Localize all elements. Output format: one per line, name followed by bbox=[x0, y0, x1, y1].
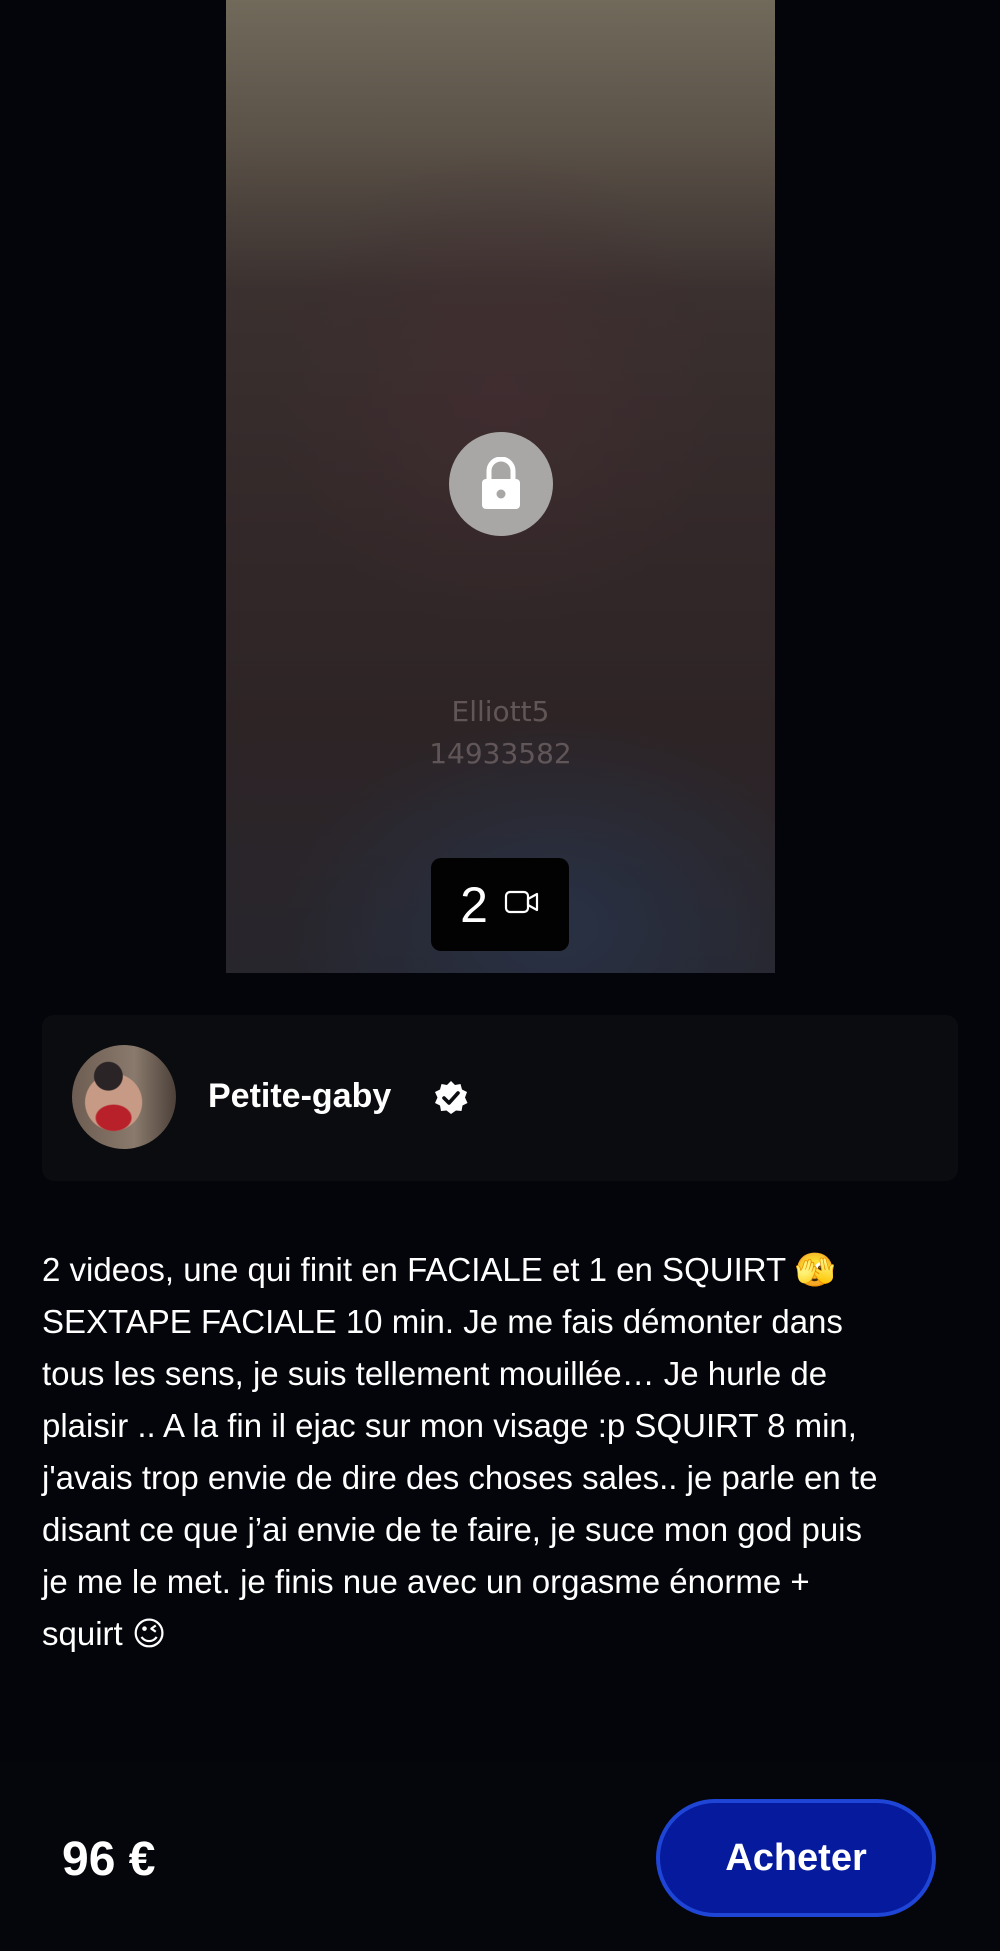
lock-icon bbox=[449, 432, 553, 536]
watermark-user-id: 14933582 bbox=[429, 737, 572, 770]
media-count-number: 2 bbox=[460, 876, 488, 933]
price-label: 96 € bbox=[62, 1833, 156, 1886]
watermark-username: Elliott5 bbox=[451, 695, 550, 728]
creator-card[interactable]: Petite-gaby bbox=[42, 1015, 958, 1181]
video-camera-icon bbox=[504, 889, 540, 920]
post-page: Elliott5 14933582 2 Petite-gaby 2 videos… bbox=[0, 0, 1000, 1951]
locked-media-preview[interactable]: Elliott5 14933582 2 bbox=[226, 0, 775, 973]
media-count-badge: 2 bbox=[431, 858, 569, 951]
post-description: 2 videos, une qui finit en FACIALE et 1 … bbox=[42, 1251, 878, 1652]
creator-name[interactable]: Petite-gaby bbox=[208, 1077, 391, 1116]
buy-button[interactable]: Acheter bbox=[656, 1799, 936, 1917]
purchase-bar: 96 € Acheter bbox=[0, 1762, 1000, 1951]
avatar[interactable] bbox=[72, 1045, 176, 1149]
verified-badge-icon bbox=[432, 1079, 470, 1117]
